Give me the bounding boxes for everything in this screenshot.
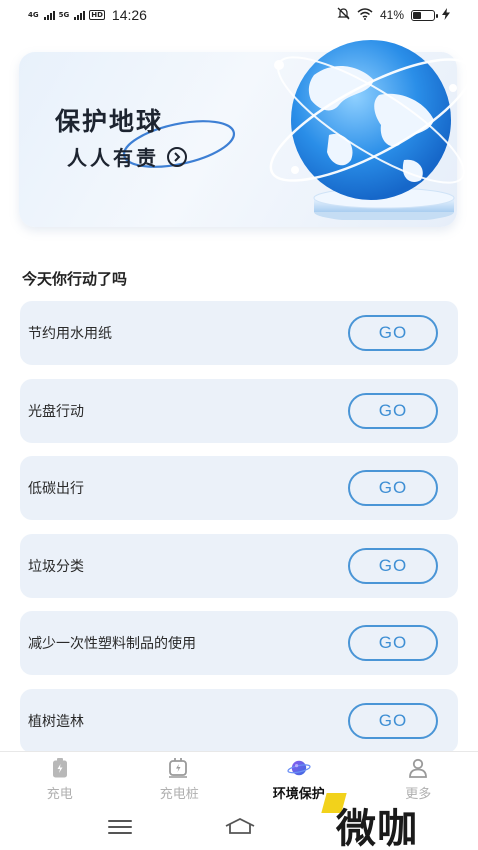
earth-banner[interactable]: 保护地球 人人有责 xyxy=(19,40,469,227)
action-item-clean-plate: 光盘行动 GO xyxy=(20,378,458,443)
action-label: 低碳出行 xyxy=(28,481,84,497)
menu-icon[interactable] xyxy=(108,820,132,834)
nav-label: 环境保护 xyxy=(272,787,325,802)
banner-subtitle-row: 人人有责 xyxy=(67,142,187,171)
arrow-right-icon[interactable] xyxy=(167,146,187,167)
action-item-reduce-plastics: 减少一次性塑料制品的使用 GO xyxy=(20,611,458,675)
action-label: 节约用水用纸 xyxy=(28,326,112,342)
network-5g-label: 5G xyxy=(58,10,70,19)
planet-icon xyxy=(287,756,311,780)
nav-label: 充电 xyxy=(46,787,73,802)
signal-icon-2 xyxy=(74,10,86,20)
go-button[interactable]: GO xyxy=(348,470,438,506)
home-icon[interactable] xyxy=(224,816,256,840)
banner-subtitle: 人人有责 xyxy=(67,146,159,170)
battery-icon xyxy=(411,9,438,21)
watermark-logo: 微咖 xyxy=(336,806,418,850)
status-left: 4G 5G HD 14:26 xyxy=(28,7,147,23)
action-label: 植树造林 xyxy=(28,713,84,730)
hd-badge: HD xyxy=(89,10,105,20)
status-time: 14:26 xyxy=(111,7,147,23)
go-button[interactable]: GO xyxy=(348,392,438,429)
banner-title: 保护地球 xyxy=(55,107,164,136)
go-button[interactable]: GO xyxy=(348,702,438,739)
person-icon xyxy=(406,756,430,780)
nav-item-charge[interactable]: 充电 xyxy=(0,752,120,806)
battery-icon xyxy=(48,756,72,780)
nav-item-charging-pile[interactable]: 充电桩 xyxy=(120,752,240,806)
charging-pile-icon xyxy=(167,756,191,780)
action-list: 节约用水用纸 GO 光盘行动 GO 低碳出行 GO 垃圾分类 GO 减少一次性塑… xyxy=(20,301,458,766)
signal-icon xyxy=(43,10,55,20)
go-button[interactable]: GO xyxy=(348,625,438,661)
action-item-waste-sorting: 垃圾分类 GO xyxy=(20,533,458,598)
globe-illustration xyxy=(269,40,469,220)
go-button[interactable]: GO xyxy=(348,547,438,584)
action-item-plant-trees: 植树造林 GO xyxy=(20,688,458,753)
network-4g-label: 4G xyxy=(28,10,39,19)
action-label: 光盘行动 xyxy=(28,403,84,420)
section-title: 今天你行动了吗 xyxy=(22,270,128,288)
action-item-save-water-paper: 节约用水用纸 GO xyxy=(20,301,458,365)
action-label: 减少一次性塑料制品的使用 xyxy=(28,636,196,652)
action-label: 垃圾分类 xyxy=(28,558,84,575)
nav-label: 充电桩 xyxy=(159,787,199,802)
go-button[interactable]: GO xyxy=(348,315,438,351)
action-item-low-carbon-travel: 低碳出行 GO xyxy=(20,456,458,520)
